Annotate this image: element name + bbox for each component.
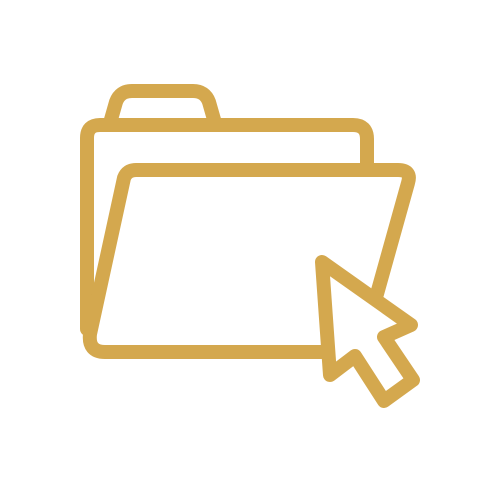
cursor-arrow-icon [315, 255, 420, 408]
icon-canvas [0, 0, 500, 500]
folder-cursor-icon [80, 84, 420, 408]
cursor-arrow [315, 255, 420, 408]
